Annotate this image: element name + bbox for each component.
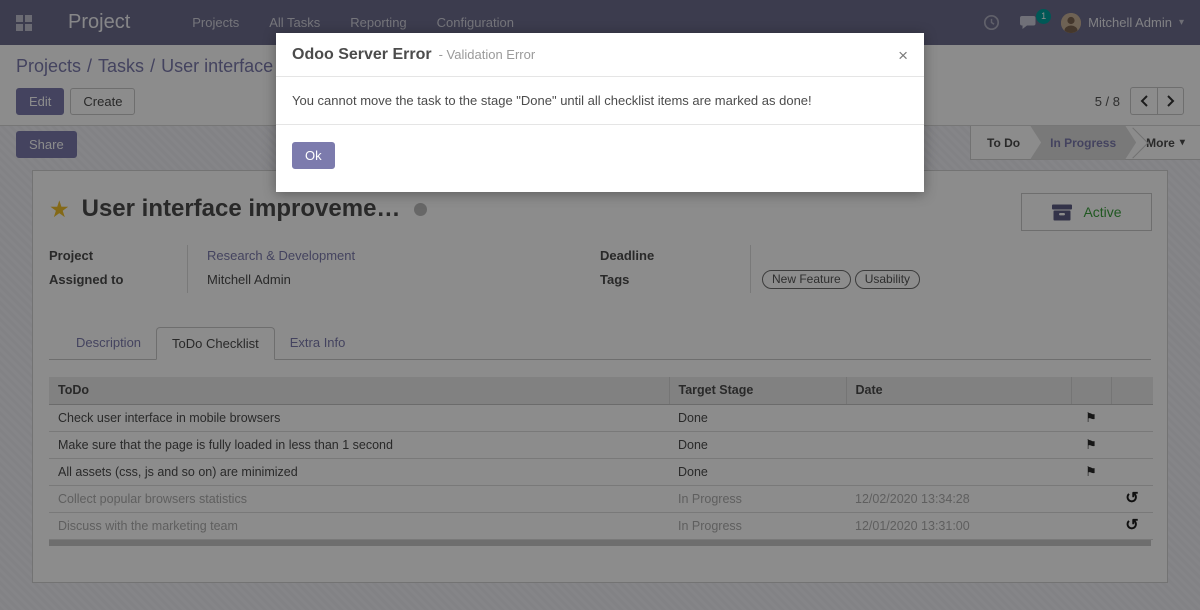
close-icon[interactable]: × xyxy=(898,47,908,64)
dialog-message: You cannot move the task to the stage "D… xyxy=(292,93,812,108)
dialog-subtitle: - Validation Error xyxy=(439,47,536,62)
error-dialog: Odoo Server Error - Validation Error × Y… xyxy=(276,33,924,192)
ok-button[interactable]: Ok xyxy=(292,142,335,169)
dialog-title: Odoo Server Error xyxy=(292,46,432,64)
